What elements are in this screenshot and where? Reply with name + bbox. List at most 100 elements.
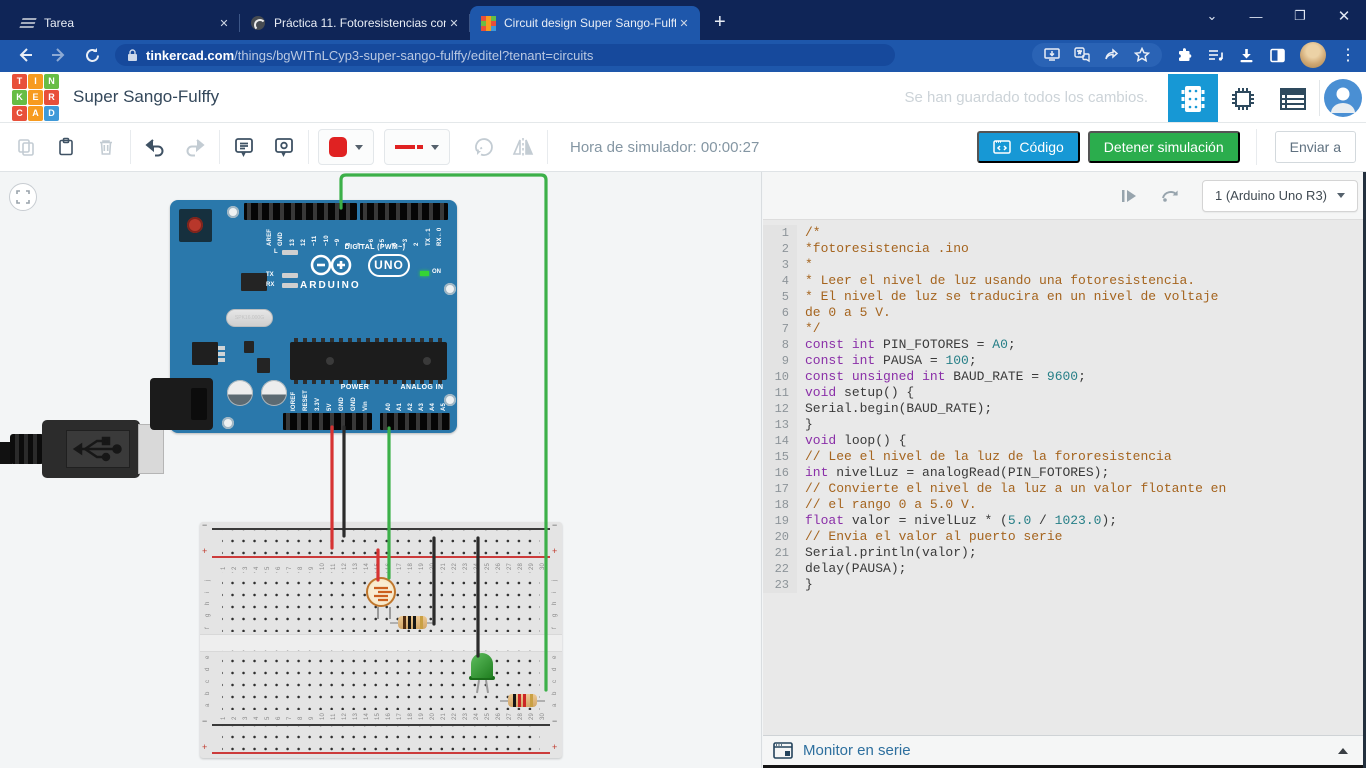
share-icon[interactable] — [1104, 47, 1120, 63]
mirror-button[interactable] — [503, 129, 543, 165]
tab-title: Tarea — [44, 16, 216, 30]
browser-tab-1[interactable]: Tarea✕ — [10, 6, 240, 40]
line-content: float valor = nivelLuz * (5.0 / 1023.0); — [797, 513, 1117, 529]
schematic-view-button[interactable] — [1218, 74, 1268, 124]
send-button-label: Enviar a — [1290, 139, 1341, 155]
tinkercad-logo[interactable]: TINKERCAD — [12, 74, 59, 121]
design-title[interactable]: Super Sango-Fulffy — [73, 87, 219, 107]
line-number: 4 — [763, 273, 797, 289]
save-page-icon[interactable] — [1044, 47, 1060, 63]
circuit-canvas[interactable]: DIGITAL (PWM~) ARDUINO UNO ON SPK16.000G… — [0, 172, 762, 768]
tab-search-icon[interactable]: ⌄ — [1190, 8, 1234, 24]
wire-style-dropdown[interactable] — [384, 129, 450, 165]
downloads-icon[interactable] — [1238, 47, 1255, 64]
reload-icon[interactable] — [84, 47, 101, 64]
line-content: * El nivel de luz se traducira en un niv… — [797, 289, 1218, 305]
maximize-icon[interactable]: ❐ — [1278, 8, 1322, 24]
line-number: 22 — [763, 561, 797, 577]
line-number: 3 — [763, 257, 797, 273]
code-button[interactable]: Código — [977, 131, 1079, 163]
line-number: 8 — [763, 337, 797, 353]
browser-tab-3[interactable]: Circuit design Super Sango-Fulff✕ — [470, 6, 700, 40]
lock-icon[interactable] — [127, 49, 138, 62]
line-number: 17 — [763, 481, 797, 497]
chevron-down-icon — [431, 145, 439, 150]
line-number: 21 — [763, 545, 797, 561]
rotate-button[interactable] — [463, 129, 503, 165]
forward-icon[interactable] — [50, 46, 68, 64]
logo-cell: K — [12, 90, 27, 105]
browser-tab-2[interactable]: Práctica 11. Fotoresistencias con✕ — [240, 6, 470, 40]
delete-button[interactable] — [86, 129, 126, 165]
url-text: tinkercad.com/things/bgWITnLCyp3-super-s… — [146, 48, 593, 63]
account-avatar[interactable] — [1324, 79, 1362, 117]
copy-button[interactable] — [6, 129, 46, 165]
browser-window: Tarea✕Práctica 11. Fotoresistencias con✕… — [0, 0, 1366, 768]
profile-avatar[interactable] — [1300, 42, 1326, 68]
stop-simulation-button[interactable]: Detener simulación — [1088, 131, 1240, 163]
undo-button[interactable] — [135, 129, 175, 165]
line-content: Serial.println(valor); — [797, 545, 977, 561]
code-line: 22delay(PAUSA); — [763, 561, 1366, 577]
send-to-button[interactable]: Enviar a — [1275, 131, 1356, 163]
line-content: Serial.begin(BAUD_RATE); — [797, 401, 992, 417]
line-number: 9 — [763, 353, 797, 369]
line-number: 18 — [763, 497, 797, 513]
component-list-view-button[interactable] — [1268, 74, 1318, 124]
debug-step-icon[interactable] — [1120, 187, 1138, 205]
logo-cell: D — [44, 106, 59, 121]
redo-button[interactable] — [175, 129, 215, 165]
reading-list-icon[interactable] — [1207, 47, 1224, 64]
code-line: 3* — [763, 257, 1366, 273]
wire-pin9-to-led-resistor[interactable] — [341, 175, 546, 690]
annotation-button[interactable] — [264, 129, 304, 165]
notes-button[interactable] — [224, 129, 264, 165]
breadboard-view-button[interactable] — [1168, 74, 1218, 124]
line-number: 11 — [763, 385, 797, 401]
browser-toolbar: tinkercad.com/things/bgWITnLCyp3-super-s… — [0, 40, 1366, 70]
list-icon — [1279, 87, 1307, 111]
paste-button[interactable] — [46, 129, 86, 165]
component-color-dropdown[interactable] — [318, 129, 374, 165]
board-selector-dropdown[interactable]: 1 (Arduino Uno R3) — [1202, 180, 1358, 212]
code-line: 16int nivelLuz = analogRead(PIN_FOTORES)… — [763, 465, 1366, 481]
menu-kebab-icon[interactable]: ⋮ — [1340, 45, 1356, 65]
code-line: 20// Envia el valor al puerto serie — [763, 529, 1366, 545]
line-content: */ — [797, 321, 821, 337]
side-panel-icon[interactable] — [1269, 47, 1286, 64]
new-tab-button[interactable]: + — [714, 12, 726, 32]
address-bar[interactable]: tinkercad.com/things/bgWITnLCyp3-super-s… — [115, 44, 895, 66]
code-line: 23} — [763, 577, 1366, 593]
line-content: } — [797, 577, 813, 593]
line-content: // Envia el valor al puerto serie — [797, 529, 1062, 545]
bookmark-star-icon[interactable] — [1134, 47, 1150, 63]
line-content: *fotoresistencia .ino — [797, 241, 969, 257]
code-line: 11void setup() { — [763, 385, 1366, 401]
logo-cell: C — [12, 106, 27, 121]
tab-close-icon[interactable]: ✕ — [446, 17, 462, 30]
serial-monitor-bar[interactable]: Monitor en serie — [763, 735, 1366, 765]
tab-title: Práctica 11. Fotoresistencias con — [274, 16, 446, 30]
line-content: // Lee el nivel de la luz de la fororesi… — [797, 449, 1172, 465]
line-content: const int PIN_FOTORES = A0; — [797, 337, 1016, 353]
translate-icon[interactable] — [1074, 47, 1090, 63]
code-line: 17// Convierte el nivel de la luz a un v… — [763, 481, 1366, 497]
school-logo-icon — [20, 15, 36, 31]
tab-close-icon[interactable]: ✕ — [676, 17, 692, 30]
upload-rotate-icon[interactable] — [1160, 187, 1180, 205]
logo-cell: T — [12, 74, 27, 89]
tab-close-icon[interactable]: ✕ — [216, 17, 232, 30]
line-content: int nivelLuz = analogRead(PIN_FOTORES); — [797, 465, 1109, 481]
minimize-icon[interactable]: — — [1234, 9, 1278, 24]
code-line: 21Serial.println(valor); — [763, 545, 1366, 561]
logo-cell: A — [28, 106, 43, 121]
chevron-down-icon — [355, 145, 363, 150]
back-icon[interactable] — [16, 46, 34, 64]
board-selector-label: 1 (Arduino Uno R3) — [1215, 188, 1327, 203]
code-editor[interactable]: 1/*2*fotoresistencia .ino3*4* Leer el ni… — [763, 221, 1366, 735]
expand-monitor-icon[interactable] — [1338, 748, 1348, 754]
code-line: 9const int PAUSA = 100; — [763, 353, 1366, 369]
close-icon[interactable]: ✕ — [1322, 7, 1366, 25]
extensions-icon[interactable] — [1176, 47, 1193, 64]
line-number: 20 — [763, 529, 797, 545]
